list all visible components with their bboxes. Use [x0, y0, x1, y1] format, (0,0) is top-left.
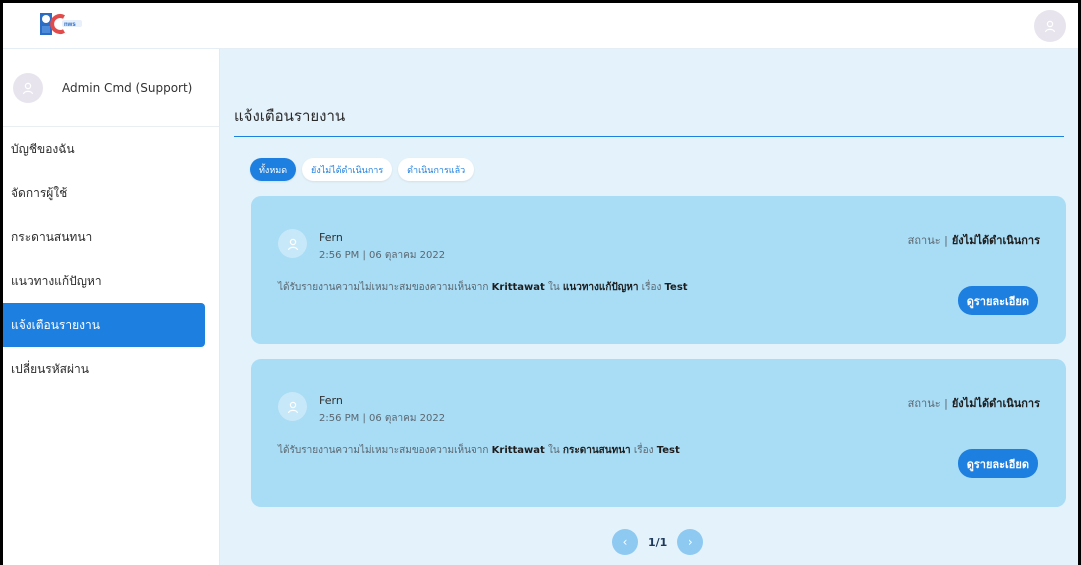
message-subject-label: เรื่อง: [641, 282, 662, 293]
sidebar-item-manage-users[interactable]: จัดการผู้ใช้: [3, 171, 219, 215]
status: สถานะ | ยังไม่ได้ดำเนินการ: [908, 231, 1040, 249]
sidebar: Admin Cmd (Support) บัญชีของฉัน จัดการผู…: [3, 49, 220, 565]
message-reporter: Krittawat: [491, 282, 545, 293]
report-message: ได้รับรายงานความไม่เหมาะสมของความเห็นจาก…: [278, 443, 680, 458]
filter-pending[interactable]: ยังไม่ได้ดำเนินการ: [302, 158, 393, 181]
user-icon: [287, 238, 298, 250]
filter-tabs: ทั้งหมด ยังไม่ได้ดำเนินการ ดำเนินการแล้ว: [250, 158, 475, 181]
chevron-left-icon: ‹: [622, 535, 628, 549]
view-details-button[interactable]: ดูรายละเอียด: [957, 286, 1038, 315]
filter-done[interactable]: ดำเนินการแล้ว: [398, 158, 475, 181]
message-reporter: Krittawat: [491, 445, 545, 456]
prev-page-button[interactable]: ‹: [612, 529, 638, 555]
message-section: แนวทางแก้ปัญหา: [562, 282, 639, 293]
status-label: สถานะ |: [907, 234, 948, 247]
message-subject: Test: [656, 445, 680, 456]
filter-all[interactable]: ทั้งหมด: [250, 158, 297, 181]
user-icon: [1044, 20, 1056, 33]
message-subject-label: เรื่อง: [633, 445, 654, 456]
message-prefix: ได้รับรายงานความไม่เหมาะสมของความเห็นจาก: [278, 282, 489, 293]
next-page-button[interactable]: ›: [677, 529, 704, 555]
status-badge: ยังไม่ได้ดำเนินการ: [951, 397, 1040, 410]
message-section: กระดานสนทนา: [562, 445, 631, 456]
svg-text:nws: nws: [64, 22, 76, 28]
sidebar-item-change-password[interactable]: เปลี่ยนรหัสผ่าน: [3, 347, 219, 391]
pagination: ‹ 1/1 ›: [612, 529, 704, 555]
user-icon: [22, 82, 34, 94]
report-card: Fern 2:56 PM | 06 ตุลาคม 2022 สถานะ | ยั…: [251, 359, 1066, 507]
logo: nws: [40, 13, 82, 35]
message-prefix: ได้รับรายงานความไม่เหมาะสมของความเห็นจาก: [278, 445, 489, 456]
sidebar-item-discussion-board[interactable]: กระดานสนทนา: [3, 215, 219, 259]
message-in: ใน: [548, 282, 560, 293]
report-timestamp: 2:56 PM | 06 ตุลาคม 2022: [319, 413, 446, 424]
avatar: [278, 229, 307, 258]
sidebar-item-report-notifications[interactable]: แจ้งเตือนรายงาน: [3, 303, 205, 347]
sidebar-menu: บัญชีของฉัน จัดการผู้ใช้ กระดานสนทนา แนว…: [3, 127, 219, 391]
app-window: nws Admin Cmd (Support) บัญชีของฉัน จัดก…: [0, 0, 1081, 565]
title-divider: [234, 136, 1064, 137]
report-timestamp: 2:56 PM | 06 ตุลาคม 2022: [319, 250, 446, 261]
report-message: ได้รับรายงานความไม่เหมาะสมของความเห็นจาก…: [278, 280, 688, 295]
message-subject: Test: [664, 282, 688, 293]
sidebar-item-solutions[interactable]: แนวทางแก้ปัญหา: [3, 259, 219, 303]
avatar: [13, 72, 43, 103]
sidebar-profile: Admin Cmd (Support): [3, 49, 219, 127]
status-badge: ยังไม่ได้ดำเนินการ: [951, 234, 1040, 247]
top-bar: nws: [3, 3, 1078, 49]
sidebar-item-my-account[interactable]: บัญชีของฉัน: [3, 127, 219, 171]
view-details-button[interactable]: ดูรายละเอียด: [957, 449, 1038, 478]
main-content: แจ้งเตือนรายงาน ทั้งหมด ยังไม่ได้ดำเนินก…: [220, 49, 1078, 565]
reporter-name: Fern: [319, 394, 343, 407]
user-icon: [287, 401, 298, 413]
page-title: แจ้งเตือนรายงาน: [234, 107, 346, 125]
status: สถานะ | ยังไม่ได้ดำเนินการ: [908, 394, 1040, 412]
profile-name: Admin Cmd (Support): [62, 80, 193, 95]
reporter-name: Fern: [319, 231, 343, 244]
chevron-right-icon: ›: [687, 535, 693, 549]
message-in: ใน: [548, 445, 560, 456]
page-indicator: 1/1: [648, 535, 668, 549]
status-label: สถานะ |: [907, 397, 948, 410]
avatar: [278, 392, 307, 421]
report-card: Fern 2:56 PM | 06 ตุลาคม 2022 สถานะ | ยั…: [251, 196, 1066, 344]
user-avatar[interactable]: [1034, 10, 1066, 42]
